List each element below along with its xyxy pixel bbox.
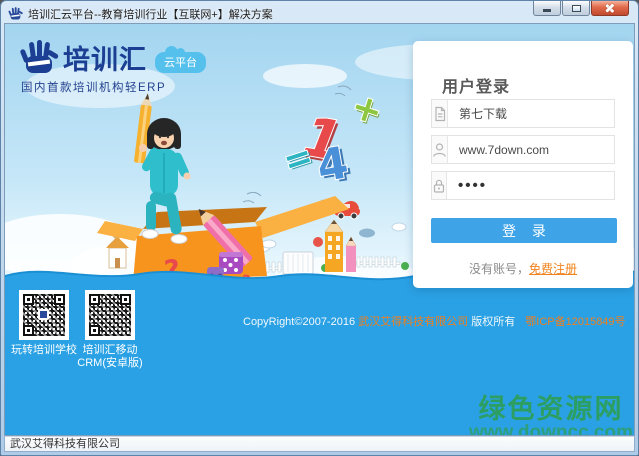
lock-icon (432, 172, 447, 199)
login-heading: 用户登录 (442, 79, 511, 96)
no-account-text: 没有账号， (468, 262, 529, 276)
title-bar[interactable]: 培训汇云平台--教育培训行业【互联网+】解决方案 (4, 1, 635, 23)
math-numbers: 1 1 4 4 + + = = (277, 85, 388, 196)
window-controls (532, 1, 629, 16)
app-icon (8, 7, 23, 20)
main-content: 1 1 4 4 + + = = ? 培训汇 云平台 国内首款培训机构轻ERP 用… (4, 23, 635, 436)
site-watermark: 绿色资源网 www.downcc.com (469, 394, 633, 436)
status-bar: 武汉艾得科技有限公司 (4, 436, 635, 452)
watermark-url: www.downcc.com (469, 422, 633, 436)
app-window: 培训汇云平台--教育培训行业【互联网+】解决方案 1 1 4 4 + + = =… (0, 0, 639, 456)
account-input[interactable] (448, 136, 614, 163)
qr-pattern (23, 294, 65, 336)
minimize-button[interactable] (533, 1, 561, 16)
maximize-button[interactable] (562, 1, 590, 16)
copyright-prefix: CopyRight©2007-2016 (243, 316, 356, 328)
status-text: 武汉艾得科技有限公司 (10, 438, 120, 450)
copyright-company: 武汉艾得科技有限公司 (358, 316, 469, 328)
cloud-badge-label: 云平台 (164, 56, 197, 69)
brand-logo: 培训汇 云平台 国内首款培训机构轻ERP (19, 37, 206, 95)
brand-name: 培训汇 (63, 44, 147, 75)
copyright-rights: 版权所有 (471, 316, 516, 328)
password-input[interactable] (447, 172, 634, 199)
login-panel: 用户登录 第七下载 www.7down.com •••• 登 录 没有账号，免费… (413, 41, 634, 288)
org-input[interactable] (448, 100, 614, 127)
org-field-row (431, 99, 615, 128)
document-icon (432, 100, 448, 127)
qr-code-crm (85, 290, 135, 340)
cloud-platform-badge: 云平台 (155, 45, 206, 73)
register-row: 没有账号，免费注册 (413, 260, 633, 277)
hand-icon (20, 40, 59, 73)
qr-pattern (89, 294, 131, 336)
user-icon (432, 136, 448, 163)
brand-tagline: 国内首款培训机构轻ERP (21, 82, 167, 94)
qr-code-school (19, 290, 69, 340)
qr-label-school: 玩转培训学校 (11, 344, 77, 356)
watermark-site-name: 绿色资源网 (478, 394, 624, 424)
icp-number: 鄂ICP备12015849号 (525, 316, 626, 328)
account-field-row (431, 135, 615, 164)
close-button[interactable] (591, 1, 629, 16)
qr-label-crm: 培训汇移动CRM(安卓版) (77, 344, 143, 369)
copyright-line: CopyRight©2007-2016 武汉艾得科技有限公司 版权所有 鄂ICP… (243, 313, 626, 329)
window-title: 培训汇云平台--教育培训行业【互联网+】解决方案 (28, 8, 273, 21)
login-button[interactable]: 登 录 (431, 218, 617, 243)
register-link[interactable]: 免费注册 (529, 262, 577, 276)
password-field-row (431, 171, 634, 200)
